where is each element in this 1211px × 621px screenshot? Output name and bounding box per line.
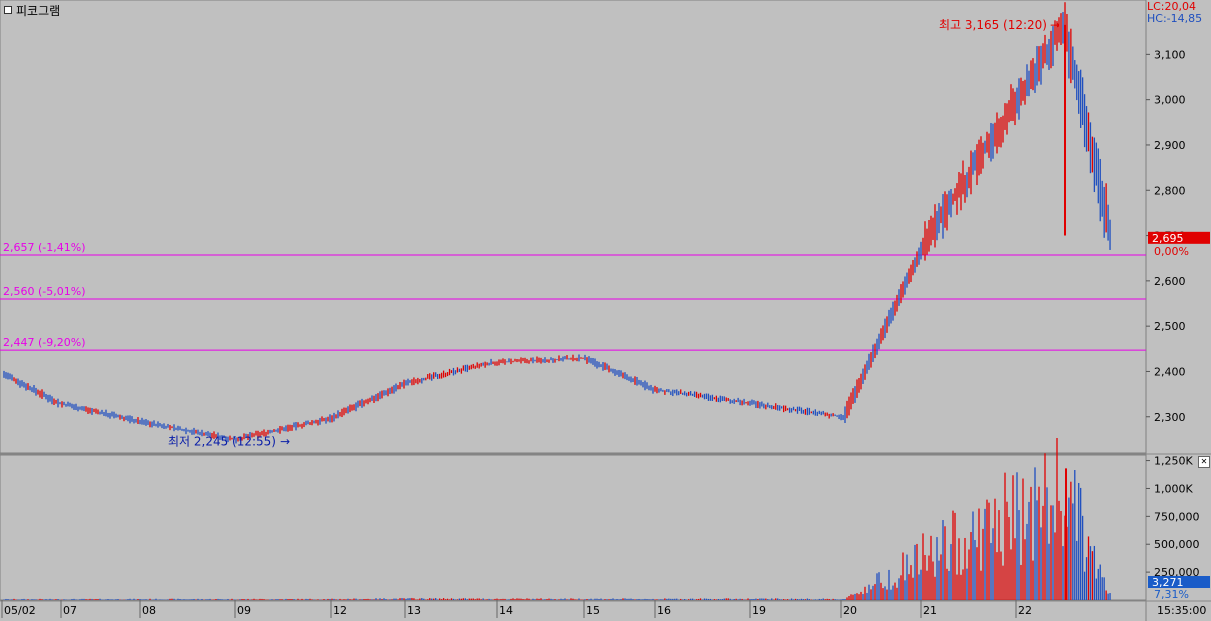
volume-tick-label: 1,000K: [1154, 482, 1193, 495]
volume-pane: [0, 454, 1147, 601]
volume-ratio: 7,31%: [1154, 588, 1189, 601]
lc-hc-readout: LC:20,04 HC:-14,85: [1147, 1, 1202, 25]
price-pane: [0, 0, 1147, 454]
low-annotation: 최저 2,245 (12:55): [168, 435, 276, 449]
date-label: 08: [142, 604, 156, 617]
low-arrow-icon: →: [280, 435, 290, 449]
high-arrow-icon: →: [1050, 18, 1060, 32]
current-price-label: 2,695: [1152, 232, 1184, 245]
date-label: 20: [843, 604, 857, 617]
date-label: 09: [237, 604, 251, 617]
price-tick-label: 2,900: [1154, 139, 1186, 152]
price-tick-label: 2,600: [1154, 275, 1186, 288]
date-label: 16: [657, 604, 671, 617]
volume-tick-label: 1,250K: [1154, 455, 1193, 468]
price-tick-label: 3,000: [1154, 94, 1186, 107]
date-label: 21: [923, 604, 937, 617]
high-annotation: 최고 3,165 (12:20): [939, 18, 1047, 32]
stock-name: 피코그램: [16, 3, 61, 18]
hc-value: HC:-14,85: [1147, 12, 1203, 25]
support-line-label: 2,657 (-1,41%): [3, 241, 85, 254]
chart-window: { "window": { "title": "피코그램" }, "indica…: [0, 0, 1211, 621]
chart-canvas[interactable]: 3,1003,0002,9002,8002,7002,6002,5002,400…: [0, 0, 1211, 621]
date-label: 22: [1018, 604, 1032, 617]
price-tick-label: 2,800: [1154, 184, 1186, 197]
date-label: 05/02: [4, 604, 36, 617]
current-price-change: 0,00%: [1154, 245, 1189, 258]
window-menu-icon[interactable]: [4, 6, 12, 14]
date-label: 15: [586, 604, 600, 617]
date-label: 14: [499, 604, 513, 617]
date-label: 13: [407, 604, 421, 617]
date-label: 19: [752, 604, 766, 617]
price-tick-label: 2,300: [1154, 411, 1186, 424]
date-label: 07: [63, 604, 77, 617]
support-line-label: 2,560 (-5,01%): [3, 285, 85, 298]
volume-tick-label: 750,000: [1154, 510, 1200, 523]
volume-tick-label: 500,000: [1154, 538, 1200, 551]
price-tick-label: 3,100: [1154, 48, 1186, 61]
date-label: 12: [333, 604, 347, 617]
chart-title: 피코그램: [4, 2, 60, 18]
time-label: 15:35:00: [1157, 604, 1206, 617]
support-line-label: 2,447 (-9,20%): [3, 336, 85, 349]
price-tick-label: 2,400: [1154, 365, 1186, 378]
close-volume-pane-icon[interactable]: ✕: [1198, 456, 1210, 468]
price-tick-label: 2,500: [1154, 320, 1186, 333]
